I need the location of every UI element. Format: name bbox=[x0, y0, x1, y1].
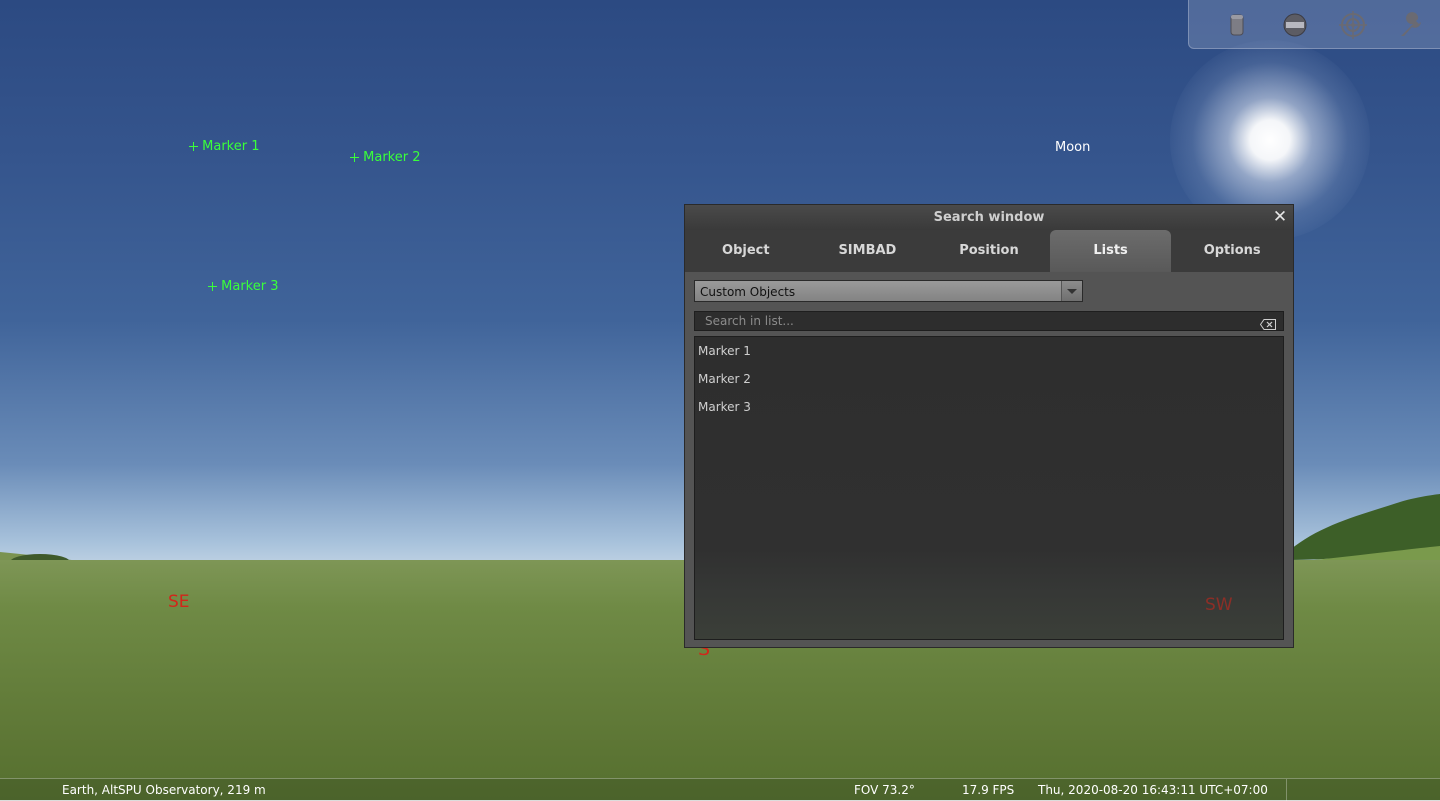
telescope-icon[interactable] bbox=[1221, 9, 1253, 41]
list-item[interactable]: Marker 3 bbox=[695, 393, 1283, 421]
search-window-titlebar[interactable]: Search window bbox=[685, 205, 1293, 230]
tab-position[interactable]: Position bbox=[928, 230, 1050, 272]
tab-object[interactable]: Object bbox=[685, 230, 807, 272]
list-item[interactable]: Marker 1 bbox=[695, 337, 1283, 365]
status-bar: Earth, AltSPU Observatory, 219 m FOV 73.… bbox=[0, 778, 1440, 801]
sky-marker-3[interactable]: Marker 3 bbox=[208, 279, 278, 294]
search-window: Search window ✕ Object SIMBAD Position L… bbox=[684, 204, 1294, 648]
sky-marker-2[interactable]: Marker 2 bbox=[350, 150, 420, 165]
top-right-toolbar bbox=[1188, 0, 1440, 49]
list-item[interactable]: Marker 2 bbox=[695, 365, 1283, 393]
marker-cross-icon bbox=[208, 282, 217, 291]
tab-simbad[interactable]: SIMBAD bbox=[807, 230, 929, 272]
marker-cross-icon bbox=[350, 153, 359, 162]
tab-options[interactable]: Options bbox=[1171, 230, 1293, 272]
fps-label: 17.9 FPS bbox=[962, 783, 1015, 797]
cardinal-sw: SW bbox=[1205, 595, 1233, 615]
object-list[interactable]: Marker 1 Marker 2 Marker 3 SW bbox=[694, 336, 1284, 640]
marker-label: Marker 3 bbox=[221, 279, 279, 294]
marker-label: Marker 1 bbox=[202, 139, 260, 154]
search-window-tabs: Object SIMBAD Position Lists Options bbox=[685, 230, 1293, 272]
search-in-list-input[interactable] bbox=[694, 311, 1284, 331]
datetime-label[interactable]: Thu, 2020-08-20 16:43:11 UTC+07:00 bbox=[1038, 779, 1268, 801]
wrench-icon[interactable] bbox=[1395, 9, 1427, 41]
marker-label: Marker 2 bbox=[363, 150, 421, 165]
chevron-down-icon[interactable] bbox=[1061, 281, 1082, 301]
clear-input-icon[interactable] bbox=[1259, 315, 1276, 330]
location-label[interactable]: Earth, AltSPU Observatory, 219 m bbox=[62, 779, 266, 801]
cardinal-se: SE bbox=[168, 592, 190, 612]
list-type-select[interactable]: Custom Objects bbox=[694, 280, 1083, 302]
window-title: Search window bbox=[933, 210, 1045, 225]
tab-lists[interactable]: Lists bbox=[1049, 230, 1172, 272]
close-icon[interactable]: ✕ bbox=[1271, 208, 1289, 226]
select-value: Custom Objects bbox=[700, 285, 796, 299]
marker-cross-icon bbox=[189, 142, 198, 151]
target-icon[interactable] bbox=[1337, 9, 1369, 41]
sky-marker-1[interactable]: Marker 1 bbox=[189, 139, 259, 154]
moon-label[interactable]: Moon bbox=[1055, 140, 1090, 155]
status-divider bbox=[1286, 779, 1287, 801]
lists-tab-content: Custom Objects Marker 1 Marker 2 Marker … bbox=[685, 272, 1293, 647]
fov-label: FOV 73.2° bbox=[854, 783, 915, 797]
ocular-view-icon[interactable] bbox=[1279, 9, 1311, 41]
